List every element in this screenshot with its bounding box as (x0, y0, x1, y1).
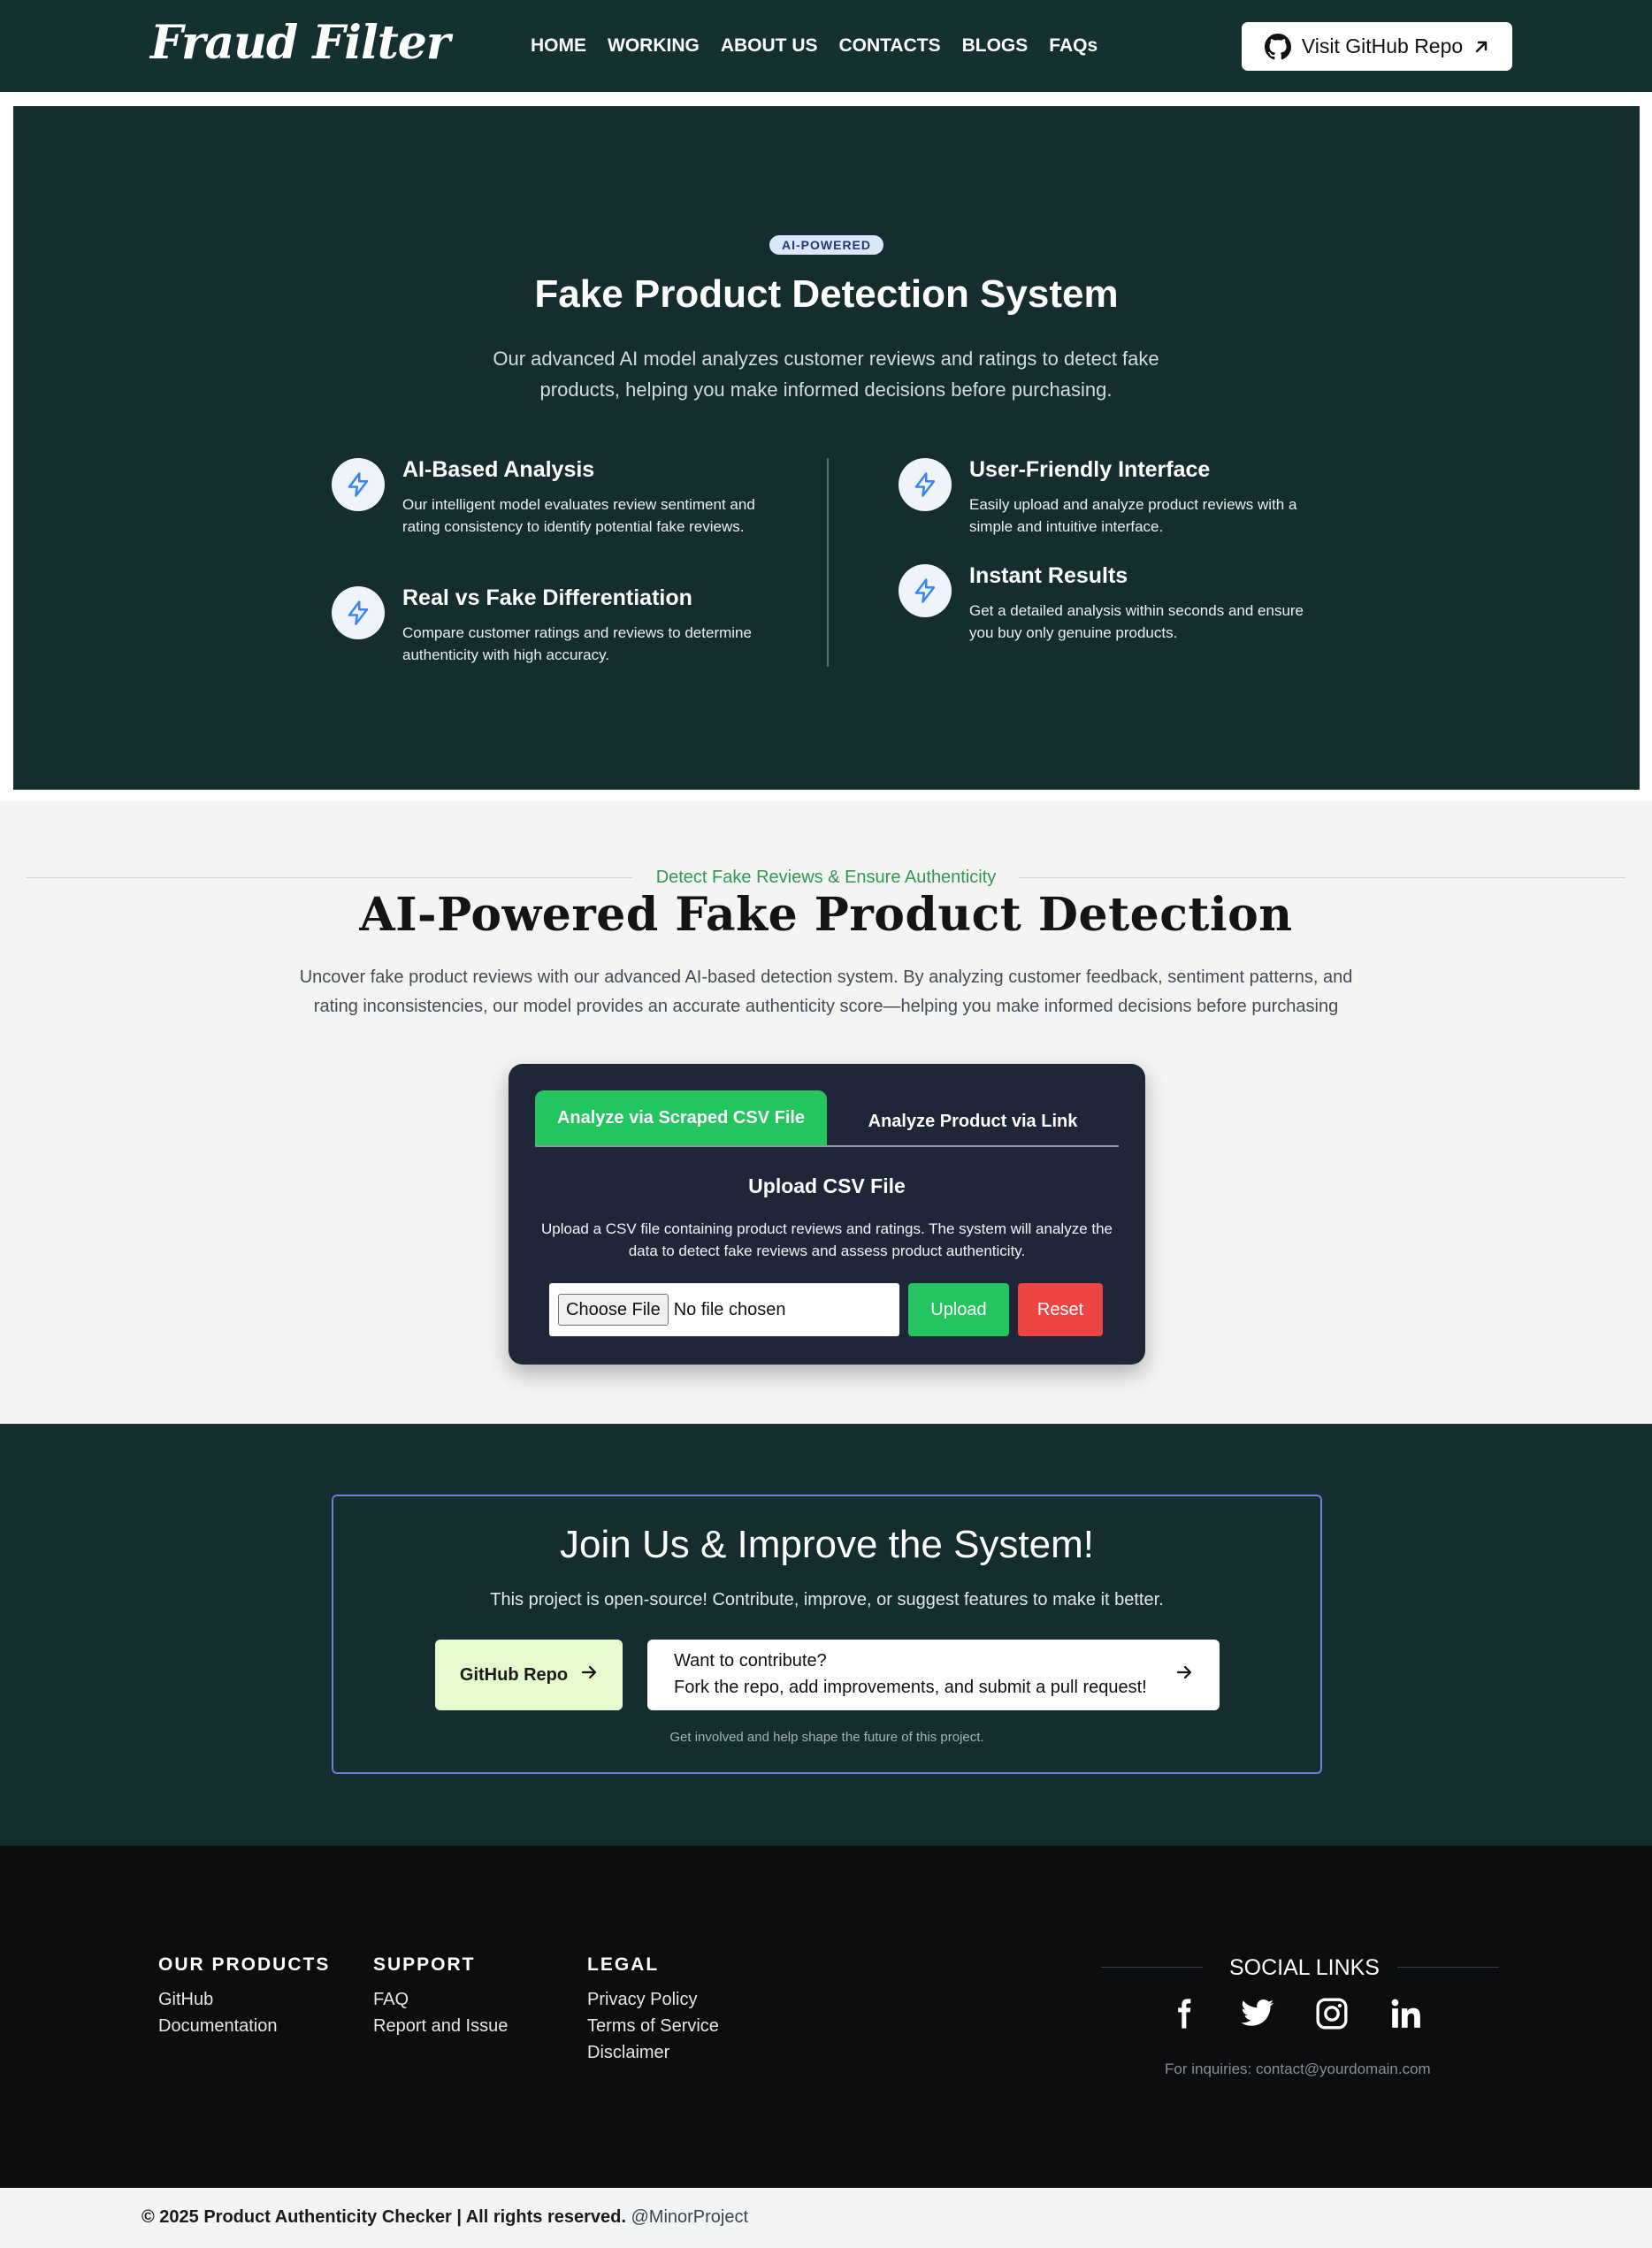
file-status-text: No file chosen (673, 1299, 786, 1319)
choose-file-button[interactable]: Choose File (558, 1294, 669, 1326)
lightning-icon (332, 458, 385, 511)
arrow-right-icon (1175, 1663, 1193, 1686)
feature-desc: Easily upload and analyze product review… (969, 496, 1297, 535)
ai-powered-badge: AI-POWERED (769, 235, 883, 255)
contribute-line-1: Want to contribute? (674, 1651, 827, 1671)
footer-col-products: OUR PRODUCTS GitHub Documentation (158, 1954, 330, 2039)
tab-underline (535, 1145, 1119, 1147)
hero-title: Fake Product Detection System (534, 272, 1119, 316)
contribute-line-2: Fork the repo, add improvements, and sub… (674, 1678, 1147, 1697)
social-icons (1166, 1996, 1424, 2031)
reset-button[interactable]: Reset (1018, 1283, 1103, 1336)
nav-link-faqs[interactable]: FAQs (1049, 35, 1098, 57)
feature-title: User-Friendly Interface (969, 457, 1211, 482)
lightning-icon (899, 564, 952, 617)
arrow-right-icon (580, 1663, 598, 1686)
site-footer: OUR PRODUCTS GitHub Documentation SUPPOR… (0, 1846, 1652, 2188)
brand-logo[interactable]: Fraud Filter (150, 16, 450, 70)
footer-heading: LEGAL (587, 1954, 660, 1975)
github-repo-button[interactable]: GitHub Repo (435, 1640, 623, 1710)
footer-link-faq[interactable]: FAQ (373, 1986, 508, 2013)
feature-title: Instant Results (969, 563, 1128, 588)
detection-title: AI-Powered Fake Product Detection (359, 888, 1293, 942)
hero-subtitle: Our advanced AI model analyzes customer … (493, 348, 1159, 401)
lightning-icon (332, 586, 385, 639)
join-footnote: Get involved and help shape the future o… (669, 1730, 984, 1745)
footer-col-support: SUPPORT FAQ Report and Issue (373, 1954, 508, 2039)
footer-link-report-issue[interactable]: Report and Issue (373, 2013, 508, 2039)
footer-link-documentation[interactable]: Documentation (158, 2013, 330, 2039)
lightning-icon (899, 458, 952, 511)
visit-github-button[interactable]: Visit GitHub Repo (1242, 22, 1512, 71)
inquiry-text: For inquiries: contact@yourdomain.com (1165, 2061, 1431, 2077)
nav-link-blogs[interactable]: BLOGS (962, 35, 1029, 57)
join-subtitle: This project is open-source! Contribute,… (490, 1590, 1164, 1610)
detection-subtitle: Uncover fake product reviews with our ad… (299, 967, 1353, 1016)
facebook-icon[interactable] (1166, 1996, 1201, 2031)
feature-title: AI-Based Analysis (402, 457, 595, 482)
linkedin-icon[interactable] (1388, 1996, 1424, 2031)
footer-link-privacy[interactable]: Privacy Policy (587, 1986, 719, 2013)
feature-desc: Our intelligent model evaluates review s… (402, 496, 755, 535)
github-icon (1264, 33, 1291, 60)
join-card: Join Us & Improve the System! This proje… (332, 1495, 1322, 1774)
nav-link-contacts[interactable]: CONTACTS (839, 35, 941, 57)
detection-eyebrow: Detect Fake Reviews & Ensure Authenticit… (655, 868, 997, 887)
nav-link-working[interactable]: WORKING (608, 35, 700, 57)
footer-link-github[interactable]: GitHub (158, 1986, 330, 2013)
footer-link-terms[interactable]: Terms of Service (587, 2013, 719, 2039)
twitter-icon[interactable] (1240, 1996, 1275, 2031)
hero-section: AI-POWERED Fake Product Detection System… (13, 106, 1640, 790)
upload-button[interactable]: Upload (908, 1283, 1009, 1336)
arrow-up-right-icon (1473, 39, 1489, 55)
detection-section: Detect Fake Reviews & Ensure Authenticit… (0, 801, 1652, 1424)
top-navbar: Fraud Filter HOME WORKING ABOUT US CONTA… (0, 0, 1652, 92)
copyright-label: © 2025 Product Authenticity Checker | Al… (141, 2207, 626, 2227)
nav-link-home[interactable]: HOME (531, 35, 586, 57)
csv-file-input[interactable]: Choose File No file chosen (549, 1283, 899, 1336)
tab-csv-file[interactable]: Analyze via Scraped CSV File (535, 1090, 827, 1145)
social-links-title: SOCIAL LINKS (1229, 1955, 1380, 1980)
feature-divider (827, 458, 829, 667)
footer-heading: SUPPORT (373, 1954, 476, 1975)
project-handle[interactable]: @MinorProject (631, 2207, 748, 2227)
tab-product-link[interactable]: Analyze Product via Link (827, 1094, 1119, 1149)
visit-github-label: Visit GitHub Repo (1301, 34, 1464, 57)
social-rule-left (1101, 1967, 1203, 1968)
footer-col-legal: LEGAL Privacy Policy Terms of Service Di… (587, 1954, 719, 2066)
github-repo-label: GitHub Repo (459, 1664, 569, 1685)
feature-desc: Compare customer ratings and reviews to … (402, 624, 752, 663)
feature-title: Real vs Fake Differentiation (402, 585, 692, 610)
upload-title: Upload CSV File (748, 1174, 906, 1197)
nav-link-about[interactable]: ABOUT US (721, 35, 818, 57)
footer-link-disclaimer[interactable]: Disclaimer (587, 2039, 719, 2066)
social-rule-right (1397, 1967, 1499, 1968)
instagram-icon[interactable] (1314, 1996, 1350, 2031)
join-section: Join Us & Improve the System! This proje… (0, 1424, 1652, 1846)
contribute-button[interactable]: Want to contribute? Fork the repo, add i… (647, 1640, 1220, 1710)
feature-desc: Get a detailed analysis within seconds a… (969, 602, 1304, 641)
join-title: Join Us & Improve the System! (560, 1523, 1094, 1566)
copyright-text: © 2025 Product Authenticity Checker | Al… (141, 2207, 748, 2228)
upload-description: Upload a CSV file containing product rev… (540, 1220, 1113, 1259)
upload-panel: Analyze via Scraped CSV File Analyze Pro… (509, 1064, 1145, 1365)
copyright-bar: © 2025 Product Authenticity Checker | Al… (0, 2188, 1652, 2248)
footer-heading: OUR PRODUCTS (158, 1954, 331, 1975)
nav-links: HOME WORKING ABOUT US CONTACTS BLOGS FAQ… (531, 35, 1098, 57)
